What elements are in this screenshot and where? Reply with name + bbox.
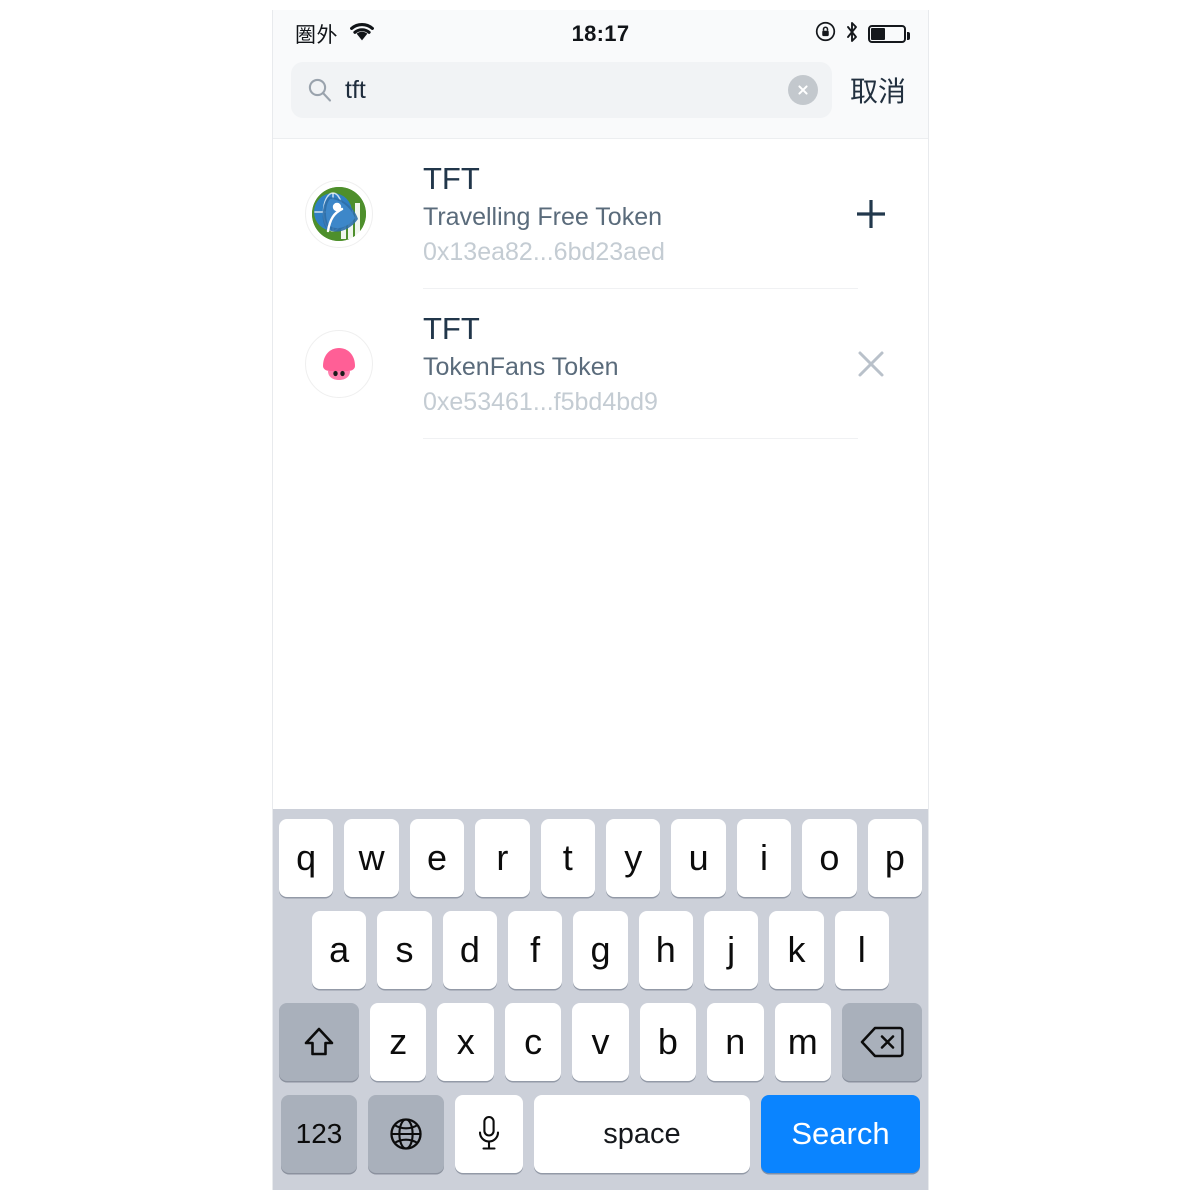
token-name: Travelling Free Token bbox=[423, 202, 663, 231]
status-bar-left: 圏外 bbox=[295, 19, 376, 49]
dictation-key[interactable] bbox=[455, 1095, 523, 1173]
globe-shield-logo-icon bbox=[305, 180, 373, 248]
pink-shell-logo-icon bbox=[305, 330, 373, 398]
token-info: TFT Travelling Free Token 0x13ea82...6bd… bbox=[423, 139, 858, 289]
keyboard-search-key[interactable]: Search bbox=[761, 1095, 920, 1173]
token-address: 0xe53461...f5bd4bd9 bbox=[423, 387, 658, 416]
search-field[interactable]: tft bbox=[291, 62, 832, 118]
key-b[interactable]: b bbox=[639, 1003, 697, 1081]
numbers-key[interactable]: 123 bbox=[281, 1095, 357, 1173]
status-bar-right bbox=[815, 21, 910, 48]
key-o[interactable]: o bbox=[802, 819, 857, 897]
token-name: TokenFans Token bbox=[423, 352, 619, 381]
backspace-key[interactable] bbox=[841, 1003, 923, 1081]
status-bar: 圏外 18:17 bbox=[273, 10, 928, 58]
backspace-icon bbox=[859, 1024, 905, 1060]
add-token-button[interactable] bbox=[836, 179, 906, 249]
key-d[interactable]: d bbox=[442, 911, 497, 989]
token-symbol: TFT bbox=[423, 311, 480, 347]
key-j[interactable]: j bbox=[703, 911, 759, 989]
globe-icon bbox=[387, 1115, 425, 1153]
keyboard-row-1: q w e r t y u i o p bbox=[278, 819, 923, 897]
screenshot-root: 圏外 18:17 tft 取消 TFT Travelling Free Toke… bbox=[0, 0, 1200, 1200]
token-result-row[interactable]: TFT TokenFans Token 0xe53461...f5bd4bd9 bbox=[273, 289, 928, 439]
key-q[interactable]: q bbox=[278, 819, 334, 897]
clear-search-button[interactable] bbox=[787, 75, 818, 105]
space-key[interactable]: space bbox=[534, 1095, 750, 1173]
key-e[interactable]: e bbox=[409, 819, 465, 897]
row-divider bbox=[423, 438, 858, 439]
onscreen-keyboard: q w e r t y u i o p a s d f g h j k l z … bbox=[273, 809, 928, 1190]
key-u[interactable]: u bbox=[671, 819, 726, 897]
key-h[interactable]: h bbox=[638, 911, 693, 989]
key-m[interactable]: m bbox=[774, 1003, 831, 1081]
key-a[interactable]: a bbox=[312, 911, 367, 989]
carrier-label: 圏外 bbox=[295, 24, 338, 47]
key-k[interactable]: k bbox=[769, 911, 824, 989]
remove-token-button[interactable] bbox=[836, 329, 906, 399]
key-i[interactable]: i bbox=[736, 819, 792, 897]
battery-icon bbox=[868, 25, 910, 43]
key-t[interactable]: t bbox=[540, 819, 595, 897]
key-l[interactable]: l bbox=[834, 911, 889, 989]
key-v[interactable]: v bbox=[572, 1003, 629, 1081]
microphone-icon bbox=[476, 1114, 502, 1154]
token-address: 0x13ea82...6bd23aed bbox=[423, 237, 665, 266]
cancel-button[interactable]: 取消 bbox=[846, 70, 910, 110]
keyboard-row-4: 123 space Search bbox=[279, 1095, 922, 1173]
key-f[interactable]: f bbox=[508, 911, 563, 989]
shift-arrow-icon bbox=[299, 1022, 339, 1062]
phone-screen: 圏外 18:17 tft 取消 TFT Travelling Free Toke… bbox=[272, 10, 929, 1190]
key-c[interactable]: c bbox=[504, 1003, 562, 1081]
token-info: TFT TokenFans Token 0xe53461...f5bd4bd9 bbox=[423, 289, 858, 439]
key-n[interactable]: n bbox=[707, 1003, 764, 1081]
search-icon bbox=[307, 77, 333, 103]
rotation-lock-icon bbox=[815, 21, 836, 47]
keyboard-row-2: a s d f g h j k l bbox=[279, 911, 922, 989]
key-r[interactable]: r bbox=[475, 819, 530, 897]
key-g[interactable]: g bbox=[573, 911, 628, 989]
token-result-row[interactable]: TFT Travelling Free Token 0x13ea82...6bd… bbox=[273, 139, 928, 289]
battery-fill bbox=[871, 28, 886, 40]
key-p[interactable]: p bbox=[867, 819, 923, 897]
key-y[interactable]: y bbox=[606, 819, 661, 897]
key-x[interactable]: x bbox=[437, 1003, 494, 1081]
key-w[interactable]: w bbox=[344, 819, 399, 897]
bluetooth-icon bbox=[845, 21, 859, 48]
search-input[interactable]: tft bbox=[345, 77, 776, 103]
keyboard-row-3: z x c v b n m bbox=[278, 1003, 923, 1081]
shift-key[interactable] bbox=[278, 1003, 360, 1081]
search-bar: tft 取消 bbox=[273, 58, 928, 139]
token-symbol: TFT bbox=[423, 161, 480, 197]
key-z[interactable]: z bbox=[370, 1003, 427, 1081]
wifi-icon bbox=[348, 21, 376, 48]
search-results-list: TFT Travelling Free Token 0x13ea82...6bd… bbox=[273, 139, 928, 809]
key-s[interactable]: s bbox=[377, 911, 432, 989]
language-globe-key[interactable] bbox=[368, 1095, 444, 1173]
